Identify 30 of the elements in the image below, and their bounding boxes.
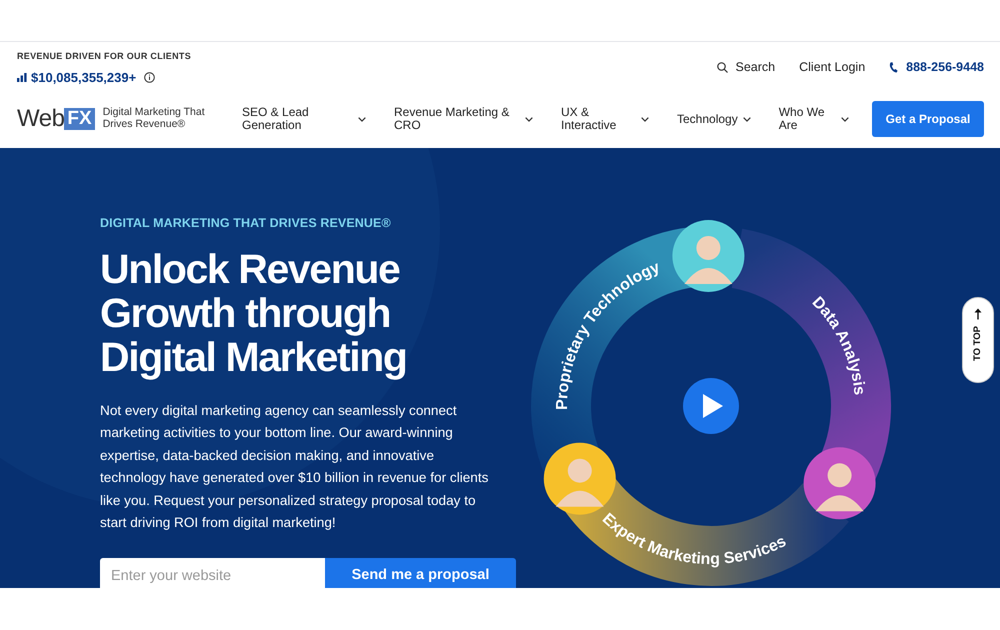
arrow-up-icon [974,308,982,320]
nav-menu-item[interactable]: Technology [677,112,751,126]
play-button[interactable] [683,378,739,434]
nav-menu-item[interactable]: Who We Are [778,106,849,132]
client-login-link[interactable]: Client Login [799,58,866,76]
nav-menu-item[interactable]: UX & Interactive [561,106,649,132]
search-link[interactable]: Search [716,58,776,76]
webfx-logo[interactable]: Web FX [17,107,95,131]
revenue-amount: $10,085,355,239+ [31,68,136,86]
phone-icon [889,62,898,72]
phone-link[interactable]: 888-256-9448 [889,58,984,76]
chevron-down-icon [641,116,649,122]
logo-tagline: Digital Marketing That Drives Revenue® [102,107,206,131]
chevron-down-icon [358,116,366,122]
revenue-label: REVENUE DRIVEN FOR OUR CLIENTS [17,50,192,63]
chevron-down-icon [742,116,751,122]
hero-title: Unlock Revenue Growth through Digital Marketing [100,246,408,379]
to-top-button[interactable]: TO TOP [962,297,994,383]
nav-menu-item[interactable]: SEO & Lead Generation [242,106,366,132]
chevron-down-icon [840,116,849,122]
bar-chart-icon [17,72,27,82]
send-proposal-button[interactable]: Send me a proposal [325,558,516,588]
hero-eyebrow: DIGITAL MARKETING THAT DRIVES REVENUE® [100,215,392,232]
website-input-field[interactable]: Enter your website [100,558,325,588]
chevron-down-icon [525,116,533,122]
nav-menu-item[interactable]: Revenue Marketing & CRO [394,106,533,132]
search-icon [716,62,728,72]
get-proposal-button[interactable]: Get a Proposal [872,101,984,137]
hero-description: Not every digital marketing agency can seamlessly connect marketing activities to your bottom line. Our award-winning expertise, data-backed decision making, and innovative technology have generated over $10 billion in revenue for clients like you. Request your personalized strategy proposal today to start driving ROI from digital marketing! [100,402,490,532]
info-icon[interactable] [144,72,156,83]
